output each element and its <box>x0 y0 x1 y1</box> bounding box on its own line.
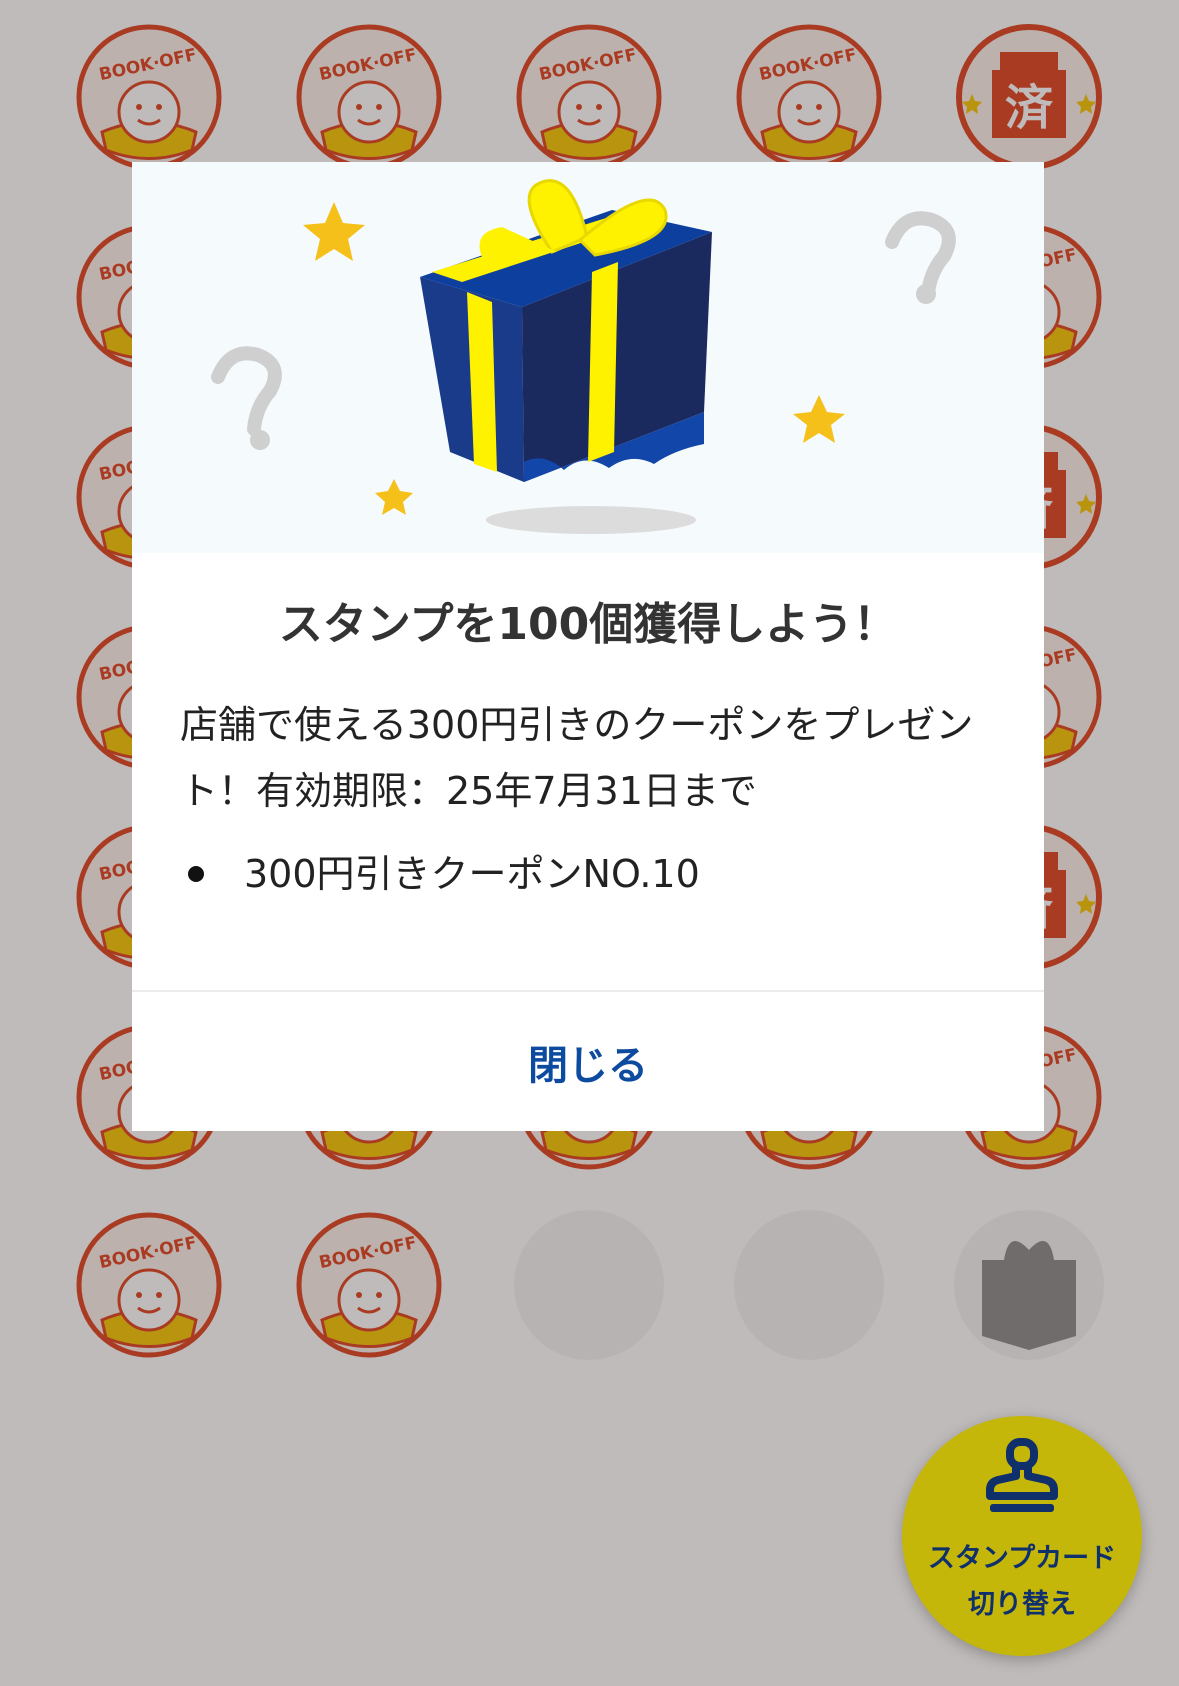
star-icon <box>303 202 365 261</box>
switch-stamp-card-label: スタンプカード 切り替え <box>902 1536 1142 1628</box>
close-button[interactable]: 閉じる <box>132 992 1044 1131</box>
reward-list-item: 300円引きクーポンNO.10 <box>180 846 1000 902</box>
modal-description: 店舗で使える300円引きのクーポンをプレゼント！有効期限：25年7月31日まで <box>180 703 974 813</box>
question-mark-icon <box>250 430 270 450</box>
modal-hero-illustration <box>132 162 1044 553</box>
reward-modal: スタンプを100個獲得しよう！ 店舗で使える300円引きのクーポンをプレゼント！… <box>132 162 1044 1131</box>
bullet-icon <box>188 866 204 882</box>
fab-label-line1: スタンプカード <box>927 1543 1117 1574</box>
fab-label-line2: 切り替え <box>968 1589 1076 1620</box>
question-mark-icon <box>885 211 956 301</box>
reward-list: 300円引きクーポンNO.10 <box>180 846 1000 902</box>
stamp-icon <box>986 1438 1058 1512</box>
gift-shadow-icon <box>486 506 696 534</box>
star-icon <box>375 479 413 515</box>
switch-stamp-card-button[interactable]: スタンプカード 切り替え <box>902 1416 1142 1656</box>
reward-label: 300円引きクーポンNO.10 <box>244 852 700 896</box>
star-icon <box>793 395 845 443</box>
question-mark-icon <box>916 284 936 304</box>
gift-box-icon <box>420 179 712 482</box>
modal-title: スタンプを100個獲得しよう！ <box>278 599 898 650</box>
question-mark-icon <box>211 346 282 436</box>
